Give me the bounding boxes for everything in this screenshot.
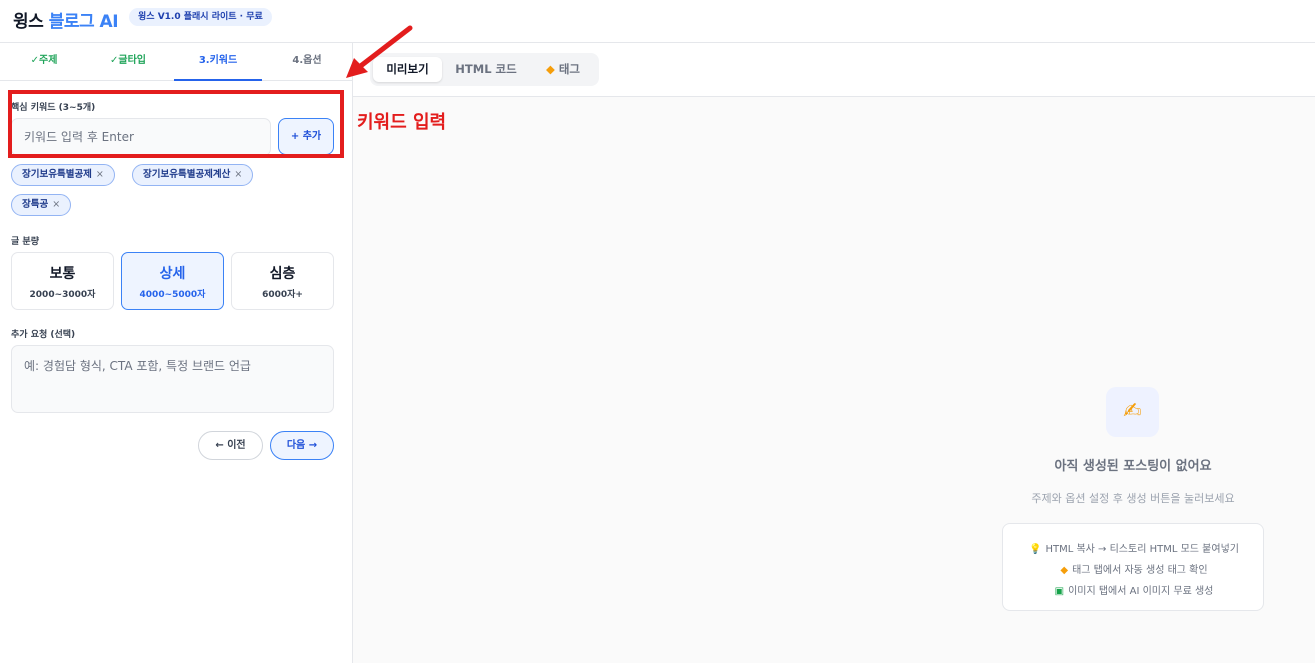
version-badge: 윙스 V1.0 플래시 라이트 · 무료 — [129, 8, 272, 26]
logo-text-accent: 블로그 AI — [48, 12, 119, 32]
length-option-normal[interactable]: 보통 2000~3000자 — [11, 252, 114, 310]
extra-request-label: 추가 요청 (선택) — [11, 330, 76, 340]
tab-tags-label: 태그 — [558, 62, 581, 76]
tip-text: 태그 탭에서 자동 생성 태그 확인 — [1072, 565, 1208, 576]
tag-icon: ◆ — [545, 62, 555, 76]
annotation-highlight-box — [8, 90, 344, 158]
app-header: 윙스 블로그 AI 윙스 V1.0 플래시 라이트 · 무료 — [0, 0, 1315, 43]
tip-text: HTML 복사 → 티스토리 HTML 모드 붙여넣기 — [1045, 544, 1239, 555]
next-button[interactable]: 다음 → — [270, 431, 334, 460]
prev-button[interactable]: ← 이전 — [198, 431, 263, 460]
keyword-chip-label: 장특공 — [22, 199, 49, 210]
tab-html-code[interactable]: HTML 코드 — [446, 57, 526, 82]
step-tab-options[interactable]: 4.옵션 — [263, 43, 351, 81]
tab-tags[interactable]: ◆ 태그 — [530, 57, 596, 82]
empty-state-title: 아직 생성된 포스팅이 없어요 — [1054, 459, 1212, 474]
step-tab-keywords[interactable]: 3.키워드 — [174, 43, 262, 81]
annotation-label: 키워드 입력 — [357, 112, 447, 133]
remove-chip-icon[interactable]: × — [52, 199, 60, 210]
step-tab-post-type[interactable]: ✓글타입 — [84, 43, 172, 81]
image-icon: ▣ — [1054, 586, 1065, 597]
remove-chip-icon[interactable]: × — [234, 169, 242, 180]
tips-box: 💡 HTML 복사 → 티스토리 HTML 모드 붙여넣기 ◆ 태그 탭에서 자동 … — [1002, 523, 1264, 611]
keyword-chip: 장기보유특별공제 × — [11, 164, 115, 186]
step-tabs: ✓주제 ✓글타입 3.키워드 4.옵션 — [0, 43, 352, 81]
tag-icon: ◆ — [1060, 565, 1069, 576]
length-option-in-depth[interactable]: 심층 6000자+ — [231, 252, 334, 310]
length-option-title: 보통 — [49, 266, 76, 282]
extra-request-textarea[interactable]: 예: 경험담 형식, CTA 포함, 특정 브랜드 언급 — [11, 345, 334, 413]
keyword-chip: 장특공 × — [11, 194, 72, 216]
logo-text-primary: 윙스 — [13, 12, 44, 32]
keyword-chip-label: 장기보유특별공제계산 — [143, 169, 231, 180]
length-option-title: 상세 — [159, 266, 186, 282]
length-option-detailed[interactable]: 상세 4000~5000자 — [121, 252, 224, 310]
remove-chip-icon[interactable]: × — [96, 169, 104, 180]
length-option-range: 6000자+ — [262, 290, 303, 300]
tip-item: ▣ 이미지 탭에서 AI 이미지 무료 생성 — [1003, 582, 1265, 597]
bulb-icon: 💡 — [1029, 544, 1042, 555]
tip-text: 이미지 탭에서 AI 이미지 무료 생성 — [1068, 586, 1214, 597]
writing-hand-icon: ✍ — [1106, 387, 1159, 437]
tip-item: 💡 HTML 복사 → 티스토리 HTML 모드 붙여넣기 — [1003, 540, 1265, 555]
length-option-range: 4000~5000자 — [139, 290, 206, 300]
length-option-range: 2000~3000자 — [29, 290, 96, 300]
preview-tab-bar: 미리보기 HTML 코드 ◆ 태그 — [353, 43, 1315, 97]
step-tab-topic[interactable]: ✓주제 — [0, 43, 88, 81]
tip-item: ◆ 태그 탭에서 자동 생성 태그 확인 — [1003, 561, 1265, 576]
keyword-chip: 장기보유특별공제계산 × — [132, 164, 254, 186]
length-option-title: 심층 — [269, 266, 296, 282]
empty-state-subtitle: 주제와 옵션 설정 후 생성 버튼을 눌러보세요 — [1031, 492, 1235, 505]
length-label: 글 분량 — [11, 237, 39, 247]
annotation-arrow-icon — [346, 25, 413, 78]
app-logo[interactable]: 윙스 블로그 AI — [13, 7, 119, 32]
keyword-chip-label: 장기보유특별공제 — [22, 169, 92, 180]
